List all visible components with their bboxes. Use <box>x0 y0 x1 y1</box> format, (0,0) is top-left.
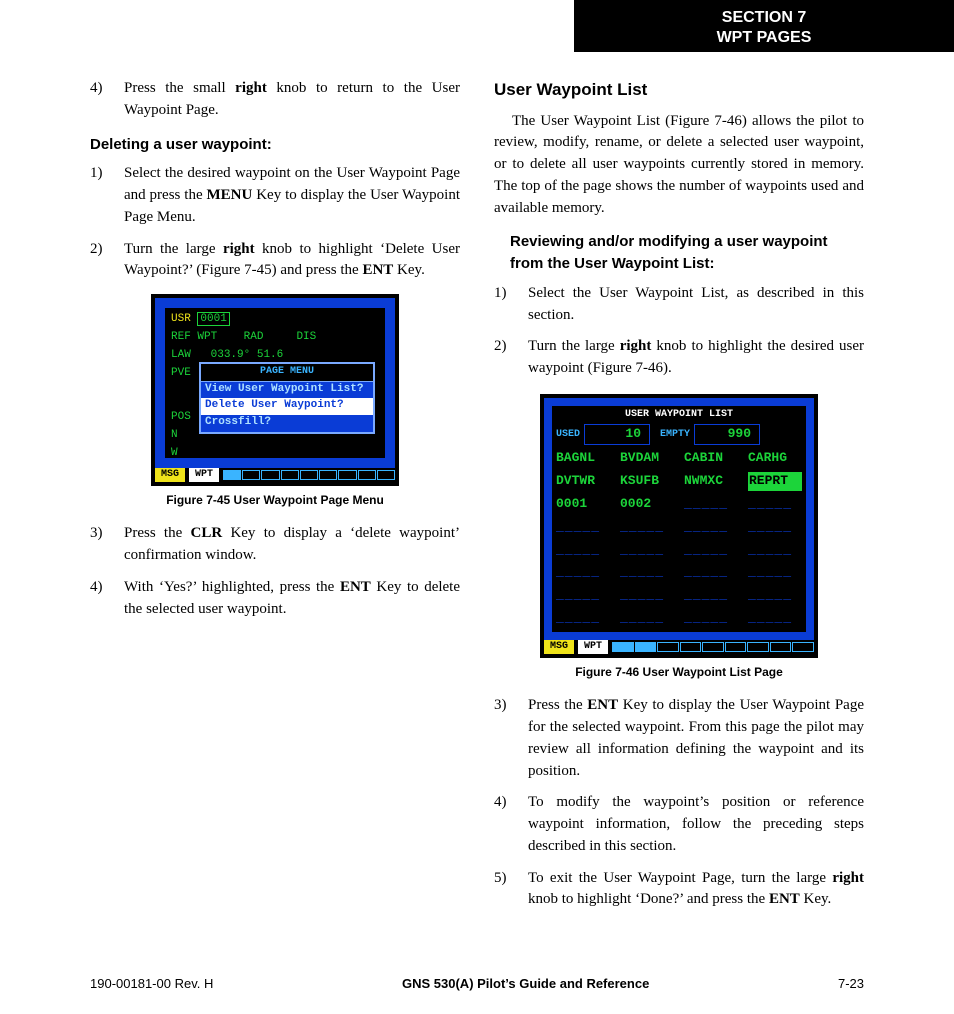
list-num: 1) <box>90 163 124 228</box>
waypoint-grid: BAGNL BVDAM CABIN CARHG DVTWR KSUFB NWMX… <box>556 449 802 628</box>
review-steps-1-2: 1) Select the User Waypoint List, as des… <box>494 283 864 380</box>
delete-steps-1-2: 1) Select the desired waypoint on the Us… <box>90 163 460 282</box>
list-text: With ‘Yes?’ highlighted, press the ENT K… <box>124 577 460 621</box>
list-text: Press the CLR Key to display a ‘delete w… <box>124 523 460 567</box>
list-num: 4) <box>90 78 124 122</box>
subheading-deleting: Deleting a user waypoint: <box>90 134 460 156</box>
figure-7-46: USER WAYPOINT LIST USED 10 EMPTY 990 BAG… <box>540 394 818 658</box>
list-item: 4) With ‘Yes?’ highlighted, press the EN… <box>90 577 460 621</box>
list-text: Turn the large right knob to highlight t… <box>528 336 864 380</box>
list-text: To modify the waypoint’s position or ref… <box>528 792 864 857</box>
list-text: To exit the User Waypoint Page, turn the… <box>528 868 864 912</box>
body-columns: 4) Press the small right knob to return … <box>90 78 864 959</box>
section-banner: SECTION 7 WPT PAGES <box>574 0 954 52</box>
list-item: 4) Press the small right knob to return … <box>90 78 460 122</box>
page-footer: 190-00181-00 Rev. H GNS 530(A) Pilot’s G… <box>90 975 864 994</box>
list-item: 2) Turn the large right knob to highligh… <box>90 239 460 283</box>
subheading-reviewing: Reviewing and/or modifying a user waypoi… <box>510 231 864 275</box>
right-column: User Waypoint List The User Waypoint Lis… <box>494 78 864 959</box>
footer-right: 7-23 <box>838 975 864 994</box>
list-num: 2) <box>494 336 528 380</box>
section-heading-user-waypoint-list: User Waypoint List <box>494 78 864 103</box>
list-num: 4) <box>90 577 124 621</box>
list-num: 4) <box>494 792 528 857</box>
review-steps-3-5: 3) Press the ENT Key to display the User… <box>494 695 864 911</box>
intro-paragraph: The User Waypoint List (Figure 7-46) all… <box>494 111 864 220</box>
list-num: 3) <box>494 695 528 782</box>
list-num: 5) <box>494 868 528 912</box>
list-text: Press the small right knob to return to … <box>124 78 460 122</box>
list-item: 1) Select the desired waypoint on the Us… <box>90 163 460 228</box>
list-item: 3) Press the CLR Key to display a ‘delet… <box>90 523 460 567</box>
banner-line2: WPT PAGES <box>574 28 954 48</box>
banner-line1: SECTION 7 <box>574 8 954 28</box>
left-column: 4) Press the small right knob to return … <box>90 78 460 959</box>
list-item: 1) Select the User Waypoint List, as des… <box>494 283 864 327</box>
footer-left: 190-00181-00 Rev. H <box>90 975 213 994</box>
list-item: 5) To exit the User Waypoint Page, turn … <box>494 868 864 912</box>
list-num: 1) <box>494 283 528 327</box>
figure-7-45-caption: Figure 7-45 User Waypoint Page Menu <box>90 492 460 509</box>
list-text: Select the User Waypoint List, as descri… <box>528 283 864 327</box>
delete-steps-3-4: 3) Press the CLR Key to display a ‘delet… <box>90 523 460 620</box>
figure-7-46-caption: Figure 7-46 User Waypoint List Page <box>494 664 864 681</box>
list-num: 2) <box>90 239 124 283</box>
list-item: 3) Press the ENT Key to display the User… <box>494 695 864 782</box>
list-text: Select the desired waypoint on the User … <box>124 163 460 228</box>
page-menu-popup: PAGE MENU View User Waypoint List? Delet… <box>199 362 375 434</box>
list-item: 4) To modify the waypoint’s position or … <box>494 792 864 857</box>
figure-7-45: USR 0001 REF WPT RAD DIS LAW 033.9° 51.6… <box>151 294 399 486</box>
footer-center: GNS 530(A) Pilot’s Guide and Reference <box>402 975 649 994</box>
list-item: 2) Turn the large right knob to highligh… <box>494 336 864 380</box>
list-num: 3) <box>90 523 124 567</box>
list-text: Turn the large right knob to highlight ‘… <box>124 239 460 283</box>
list-text: Press the ENT Key to display the User Wa… <box>528 695 864 782</box>
